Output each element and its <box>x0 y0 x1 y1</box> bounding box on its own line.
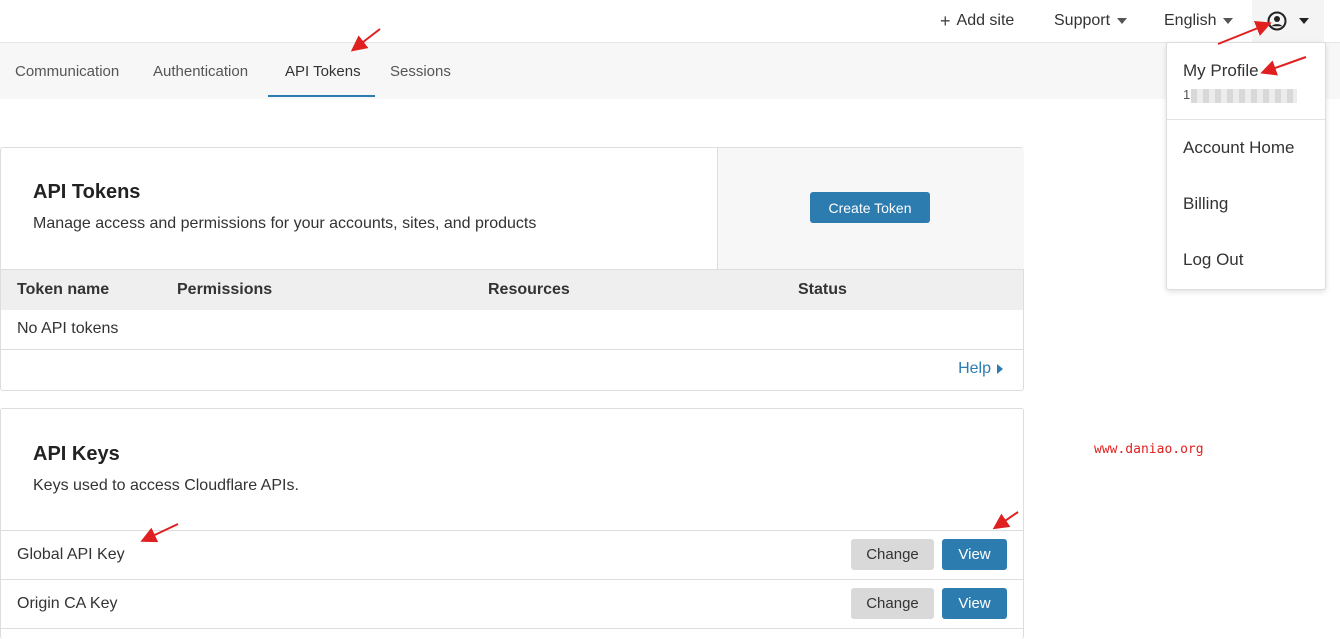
user-dropdown-menu: My Profile 1 Account Home Billing Log Ou… <box>1166 42 1326 290</box>
change-origin-key-button[interactable]: Change <box>851 588 934 619</box>
api-tokens-description: Manage access and permissions for your a… <box>33 215 537 232</box>
column-header-resources[interactable]: Resources <box>488 270 570 310</box>
caret-down-icon <box>1117 18 1128 24</box>
column-header-permissions[interactable]: Permissions <box>177 270 272 310</box>
empty-state-text: No API tokens <box>17 320 119 337</box>
api-keys-description: Keys used to access Cloudflare APIs. <box>33 477 299 494</box>
support-label: Support <box>1054 12 1111 29</box>
table-row: Global API Key Change View <box>1 531 1023 579</box>
key-name: Global API Key <box>17 546 125 563</box>
active-tab-indicator <box>268 95 375 97</box>
tokens-empty-row: No API tokens <box>1 309 1023 349</box>
caret-down-icon <box>1223 18 1234 24</box>
api-tokens-card: API Tokens Manage access and permissions… <box>0 147 1024 391</box>
caret-down-icon <box>1299 18 1309 24</box>
view-origin-key-button[interactable]: View <box>942 588 1007 619</box>
column-header-status[interactable]: Status <box>798 270 847 310</box>
tokens-table-header: Token name Permissions Resources Status <box>1 269 1023 310</box>
menu-separator <box>1167 119 1325 120</box>
divider <box>1 349 1023 350</box>
tab-sessions[interactable]: Sessions <box>390 43 451 99</box>
add-site-label: Add site <box>956 12 1015 29</box>
add-site-link[interactable]: + Add site <box>940 0 1014 42</box>
api-keys-title: API Keys <box>33 443 120 465</box>
tab-label: Authentication <box>153 62 249 80</box>
key-name: Origin CA Key <box>17 595 118 612</box>
my-profile-link[interactable]: My Profile <box>1183 61 1259 81</box>
plus-icon: + <box>940 10 951 31</box>
watermark-text: www.daniao.org <box>1094 442 1204 457</box>
tab-label: Sessions <box>390 62 451 80</box>
table-row: Origin CA Key Change View <box>1 580 1023 628</box>
profile-tabs: Communication Authentication API Tokens … <box>0 42 1340 99</box>
tab-communication[interactable]: Communication <box>15 43 119 99</box>
tab-api-tokens[interactable]: API Tokens <box>285 43 361 99</box>
top-bar: + Add site Support English <box>0 0 1340 42</box>
api-tokens-title: API Tokens <box>33 181 141 203</box>
language-label: English <box>1164 12 1217 29</box>
tab-label: Communication <box>15 62 120 80</box>
language-menu[interactable]: English <box>1164 0 1234 42</box>
create-token-button[interactable]: Create Token <box>810 192 930 223</box>
column-header-token-name[interactable]: Token name <box>17 270 109 310</box>
redacted-email <box>1191 89 1297 103</box>
tab-label: API Tokens <box>285 62 361 80</box>
billing-link[interactable]: Billing <box>1183 194 1228 214</box>
view-global-key-button[interactable]: View <box>942 539 1007 570</box>
log-out-link[interactable]: Log Out <box>1183 250 1244 270</box>
user-circle-icon <box>1267 11 1287 31</box>
caret-right-icon <box>997 364 1003 374</box>
tab-authentication[interactable]: Authentication <box>153 43 248 99</box>
help-link[interactable]: Help <box>958 360 1003 378</box>
change-global-key-button[interactable]: Change <box>851 539 934 570</box>
email-prefix: 1 <box>1183 87 1191 102</box>
create-token-panel: Create Token <box>717 148 1024 269</box>
api-keys-card: API Keys Keys used to access Cloudflare … <box>0 408 1024 639</box>
help-label: Help <box>958 360 991 377</box>
account-home-link[interactable]: Account Home <box>1183 138 1295 158</box>
support-menu[interactable]: Support <box>1054 0 1128 42</box>
divider <box>1 628 1023 629</box>
user-menu-toggle[interactable] <box>1252 0 1324 42</box>
